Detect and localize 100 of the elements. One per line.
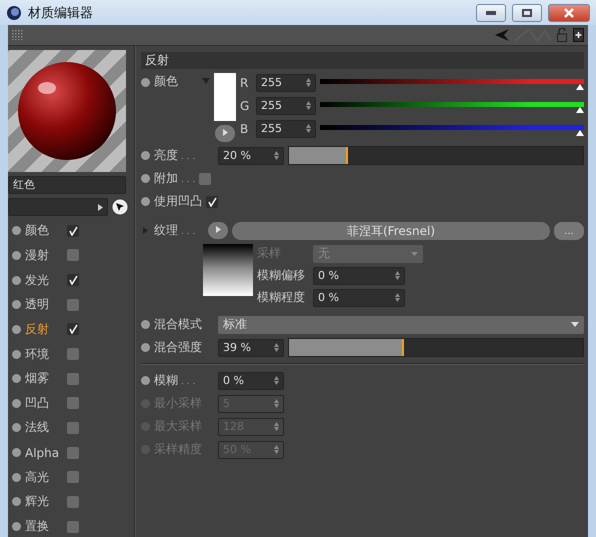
channel-checkbox[interactable] [67,298,79,311]
animate-dot-icon[interactable] [141,320,150,329]
channel-label[interactable]: 漫射 [25,246,63,264]
spinner-arrows-icon [306,101,311,110]
channel-letter: B [240,122,250,136]
channel-label[interactable]: 环境 [25,346,63,363]
spinner-arrows-icon [306,78,311,87]
spinner-arrows-icon [274,399,279,408]
caret-icon [571,322,579,327]
field-label: 附加 . . . [154,170,196,187]
channel-checkbox[interactable] [67,397,79,410]
window-title: 材质编辑器 [28,4,94,22]
close-button[interactable] [548,4,590,22]
spinner-arrows-icon [274,422,279,431]
channel-dot-icon [12,350,21,359]
channel-checkbox[interactable] [67,520,79,533]
channel-label[interactable]: 烟雾 [25,370,63,388]
pointer-icon[interactable] [112,199,128,216]
field-label: 亮度 . . . [154,147,196,164]
spinner-arrows-icon [274,376,279,385]
animate-dot-icon[interactable] [141,343,150,352]
back-arrow-icon[interactable] [495,29,509,41]
checkbox[interactable] [199,172,212,184]
value-field[interactable]: 39 % [218,338,284,356]
triangle-right-icon [216,226,220,233]
channel-label[interactable]: 置换 [25,518,63,536]
value-field[interactable]: 255 [256,120,316,138]
gradient-preview [203,244,253,296]
slider-track[interactable] [288,146,584,165]
spinner-arrows-icon [274,343,279,352]
field-label: 使用凹凸 [154,193,202,210]
channel-label[interactable]: 透明 [25,296,63,314]
slider-track[interactable] [288,338,584,357]
animate-dot-icon[interactable] [141,78,150,87]
spinner-arrows-icon [274,151,279,160]
channel-dot-icon [12,423,21,432]
channel-label[interactable]: 反射 [25,320,63,338]
channel-label[interactable]: 法线 [25,419,63,436]
field-label: 纹理 . . . [154,222,196,239]
channel-dot-icon [12,226,21,236]
channel-label[interactable]: 高光 [25,468,63,486]
material-name-field[interactable]: 红色 [8,176,126,194]
channel-checkbox[interactable] [67,372,79,385]
checkbox[interactable] [206,196,218,208]
field-label: 混合强度 [154,339,203,356]
triangle-right-icon [98,204,103,211]
field-label: 混合模式 [154,316,203,333]
channel-dot-icon [12,497,21,506]
minimize-button[interactable] [476,4,506,22]
more-button[interactable]: ... [554,222,584,240]
channel-dot-icon [12,448,21,458]
unlock-icon[interactable] [557,28,567,42]
channel-checkbox[interactable] [67,471,79,484]
caret-icon [411,252,418,256]
section-title: 反射 [141,52,584,69]
channel-label[interactable]: 颜色 [25,222,63,240]
channel-checkbox[interactable] [67,249,79,262]
animate-dot-icon[interactable] [141,197,150,206]
expand-button[interactable] [215,125,235,142]
value-field[interactable]: 255 [256,96,316,114]
value-field[interactable]: 255 [256,74,316,92]
texture-menu-button[interactable] [208,222,228,239]
value-field[interactable]: 0 % [313,266,405,284]
channel-label[interactable]: 凹凸 [25,394,63,412]
channel-label[interactable]: Alpha [25,446,63,460]
spinner-arrows-icon [274,445,279,454]
channel-dot-icon [12,324,21,334]
animate-dot-icon[interactable] [141,376,150,385]
app-logo-icon [6,4,22,20]
channel-checkbox[interactable] [67,274,79,286]
channel-checkbox[interactable] [67,496,79,508]
animate-dot-icon[interactable] [141,151,150,160]
channel-label[interactable]: 发光 [25,272,63,289]
channel-label[interactable]: 辉光 [25,493,63,510]
blend-mode-dropdown[interactable]: 标准 [218,316,584,334]
channel-letter: G [240,98,250,112]
maximize-button[interactable] [512,4,542,22]
value-field[interactable]: 0 % [218,372,284,390]
color-swatch[interactable] [214,73,236,121]
channel-checkbox[interactable] [67,348,79,360]
animate-dot-icon[interactable] [141,174,150,183]
channel-checkbox[interactable] [67,422,79,434]
channel-dot-icon [12,472,21,482]
spinner-arrows-icon [395,293,400,302]
field-label: 模糊偏移 [257,267,306,284]
close-icon [564,8,574,18]
channel-checkbox[interactable] [67,323,79,336]
channel-dot-icon [12,398,21,408]
field-label: 模糊程度 [257,289,306,306]
minimize-icon [486,10,496,14]
spinner-arrows-icon [395,271,400,280]
value-field[interactable]: 0 % [313,288,405,306]
triangle-right-icon [222,129,228,136]
value-field[interactable]: 20 % [218,146,284,164]
new-window-icon[interactable] [573,28,584,42]
shader-button[interactable]: 菲涅耳(Fresnel) [232,222,550,240]
maximize-icon [522,8,532,16]
channel-checkbox[interactable] [67,446,79,459]
channel-letter: R [240,76,250,90]
channel-checkbox[interactable] [67,224,79,237]
